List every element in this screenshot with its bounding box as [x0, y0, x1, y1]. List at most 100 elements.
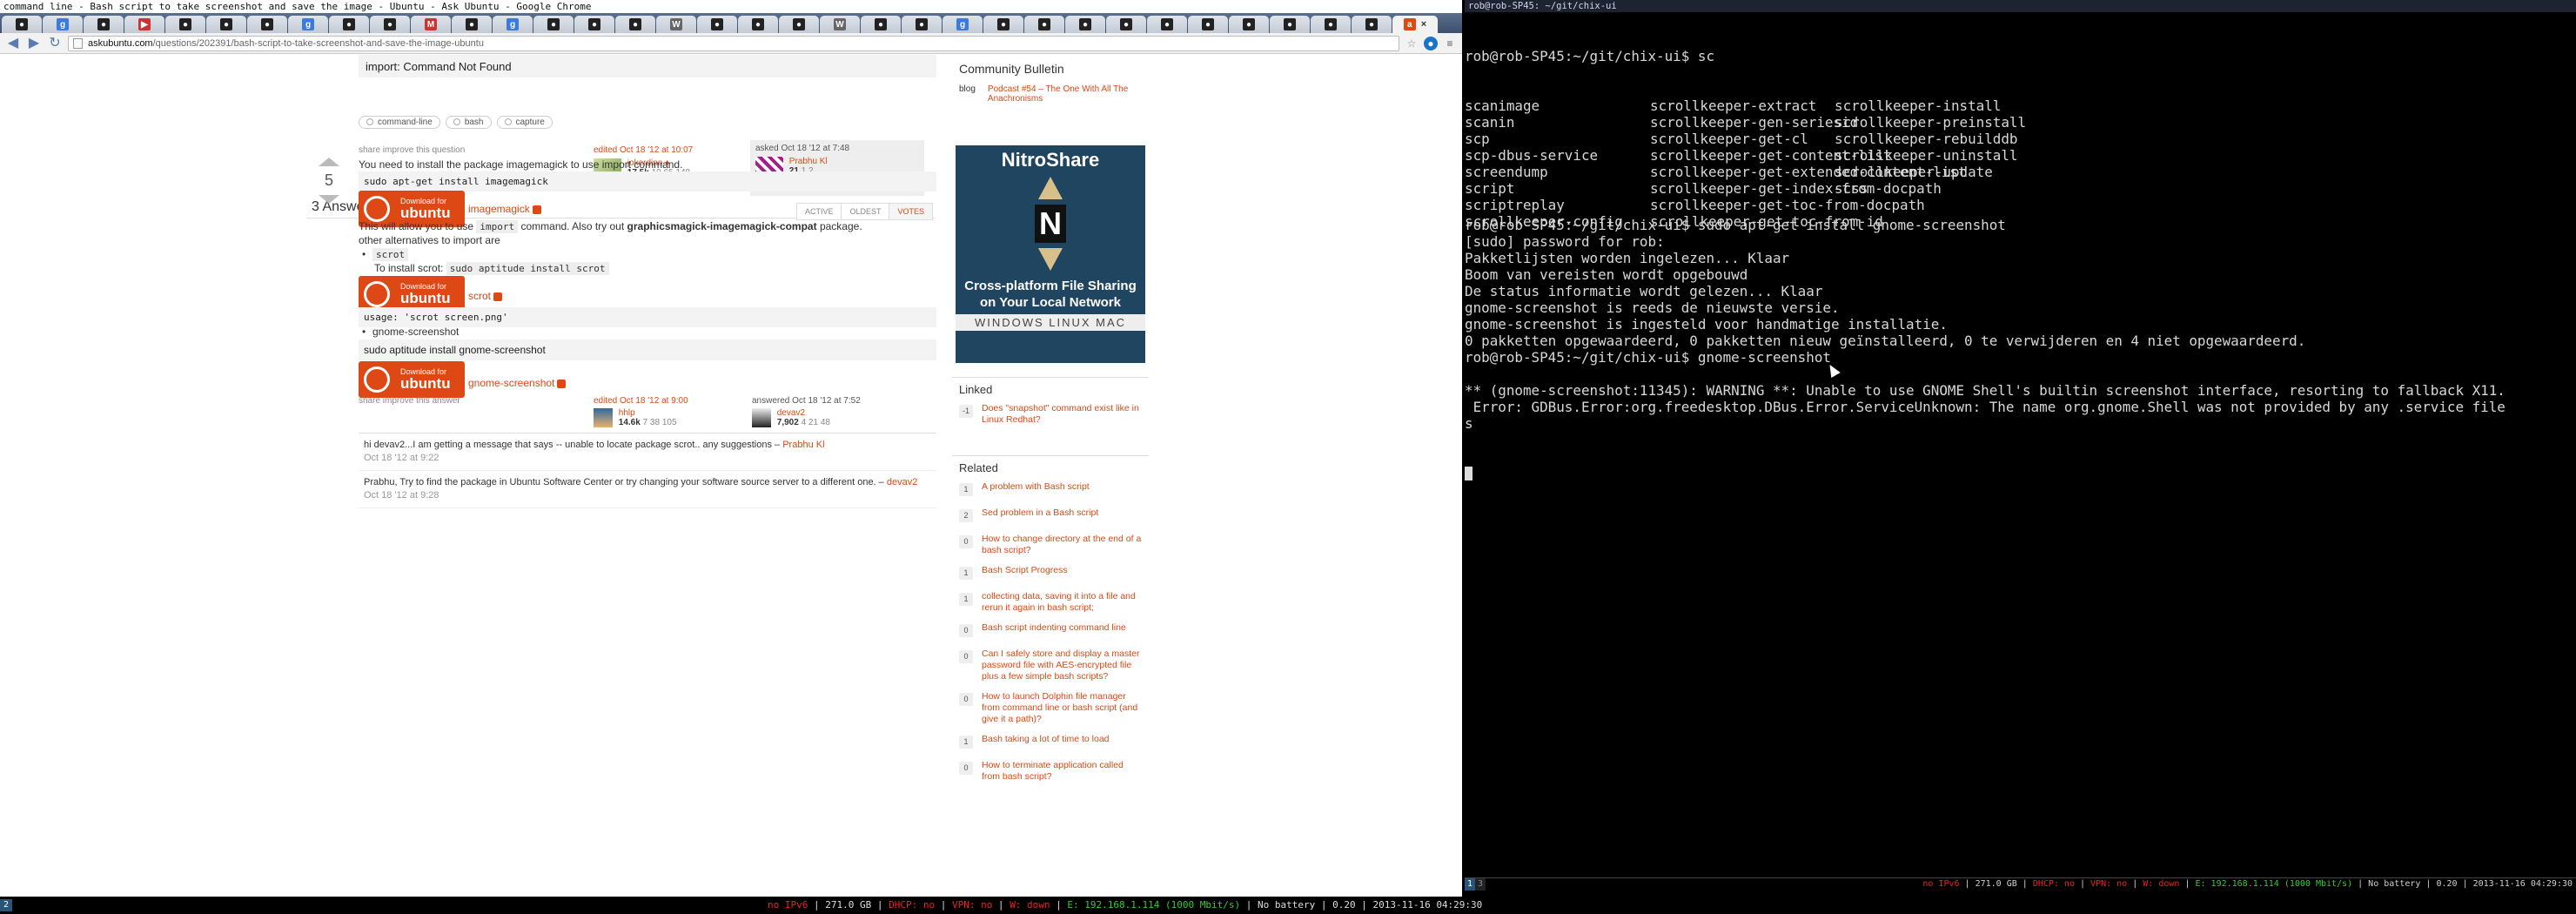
- user-link[interactable]: devav2: [777, 408, 830, 418]
- badges: 7 38 105: [642, 418, 677, 427]
- workspace-button[interactable]: 1: [1465, 878, 1476, 890]
- workspace-button[interactable]: 3: [1475, 878, 1486, 890]
- related-link[interactable]: collecting data, saving it into a file a…: [982, 591, 1136, 613]
- related-link[interactable]: How to terminate application called from…: [982, 760, 1124, 782]
- browser-tab[interactable]: ●: [247, 16, 287, 33]
- browser-tab[interactable]: ▶: [124, 16, 164, 33]
- tag[interactable]: command-line: [359, 116, 440, 129]
- browser-tab[interactable]: ●: [902, 16, 942, 33]
- browser-tab[interactable]: ●: [1106, 16, 1146, 33]
- browser-tab[interactable]: ●: [1352, 16, 1392, 33]
- comment-user[interactable]: Prabhu Kl: [782, 440, 824, 450]
- question-menu[interactable]: share improve this question: [359, 145, 465, 155]
- browser-tab[interactable]: ●: [1024, 16, 1064, 33]
- workspace-button[interactable]: 2: [0, 899, 13, 911]
- comment-date[interactable]: Oct 18 '12 at 9:22: [364, 452, 931, 465]
- answer-menu[interactable]: share improve this answer: [359, 396, 460, 406]
- browser-tab[interactable]: ●: [738, 16, 778, 33]
- related-link[interactable]: Bash taking a lot of time to load: [982, 734, 1110, 744]
- browser-tab[interactable]: ●: [370, 16, 410, 33]
- comment-date[interactable]: Oct 18 '12 at 9:28: [364, 490, 439, 501]
- completion-list: scanimage scanin scp scp-dbus-service screen…: [1465, 97, 2576, 230]
- list-item[interactable]: 1 collecting data, saving it into a file …: [959, 591, 1142, 614]
- browser-tab[interactable]: ●: [533, 16, 574, 33]
- list-item[interactable]: 0 How to change directory at the end of a…: [959, 534, 1142, 556]
- list-item[interactable]: 0 How to launch Dolphin file manager from…: [959, 691, 1142, 725]
- close-tab-icon[interactable]: ×: [1421, 19, 1426, 30]
- browser-tab[interactable]: W: [656, 16, 696, 33]
- terminal-cursor: [1465, 467, 1472, 481]
- url-domain: askubuntu.com: [88, 37, 153, 49]
- bulletin-link[interactable]: Podcast #54 – The One With All The Anach…: [988, 84, 1142, 104]
- comment-user[interactable]: devav2: [887, 477, 917, 487]
- user-link[interactable]: Prabhu Kl: [789, 157, 828, 166]
- related-link[interactable]: Sed problem in a Bash script: [982, 507, 1098, 518]
- avatar[interactable]: [594, 408, 613, 427]
- related-link[interactable]: Bash Script Progress: [982, 565, 1068, 575]
- browser-tab[interactable]: ●: [615, 16, 655, 33]
- browser-tab[interactable]: g: [288, 16, 328, 33]
- package-link[interactable]: scrot: [468, 290, 502, 302]
- list-item[interactable]: 0 Bash script indenting command line: [959, 622, 1142, 640]
- related-link[interactable]: How to change directory at the end of a …: [982, 534, 1141, 555]
- forward-icon[interactable]: ▶: [26, 35, 42, 52]
- browser-tab[interactable]: ●: [452, 16, 492, 33]
- back-icon[interactable]: ◀: [5, 35, 21, 52]
- nitroshare-ad[interactable]: NitroShare N Cross-platform File Sharing…: [956, 145, 1145, 363]
- browser-tab[interactable]: g: [943, 16, 983, 33]
- browser-tab[interactable]: ●: [983, 16, 1023, 33]
- browser-tab[interactable]: ●: [779, 16, 819, 33]
- tab-active[interactable]: ACTIVE: [796, 204, 842, 219]
- list-item[interactable]: 1 A problem with Bash script: [959, 481, 1142, 499]
- user-link[interactable]: hhlp: [619, 408, 677, 418]
- star-icon[interactable]: ☆: [1405, 37, 1419, 50]
- package-link[interactable]: gnome-screenshot: [468, 377, 566, 389]
- vote-down-icon[interactable]: [319, 195, 339, 204]
- list-item[interactable]: 0 How to terminate application called fro…: [959, 760, 1142, 783]
- menu-icon[interactable]: ≡: [1443, 37, 1457, 50]
- browser-tab[interactable]: W: [820, 16, 860, 33]
- browser-tab[interactable]: ●: [1188, 16, 1228, 33]
- browser-tab[interactable]: ●: [1229, 16, 1269, 33]
- tab-oldest[interactable]: OLDEST: [841, 204, 889, 219]
- score: 1: [959, 567, 973, 580]
- browser-tab[interactable]: ●: [206, 16, 246, 33]
- browser-tab[interactable]: ●: [329, 16, 369, 33]
- list-item[interactable]: 1 Bash Script Progress: [959, 565, 1142, 582]
- browser-tab[interactable]: ●: [2, 16, 42, 33]
- browser-tab[interactable]: ●: [1147, 16, 1187, 33]
- browser-tab[interactable]: ●: [1270, 16, 1310, 33]
- tag[interactable]: bash: [445, 116, 492, 129]
- browser-tab[interactable]: ●: [84, 16, 124, 33]
- browser-tab[interactable]: ●: [697, 16, 737, 33]
- list-item[interactable]: -1 Does "snapshot" command exist like in …: [959, 403, 1142, 426]
- download-ubuntu-button[interactable]: Download for ubuntu: [359, 361, 465, 398]
- browser-tab[interactable]: ●: [1065, 16, 1105, 33]
- browser-tab[interactable]: g: [43, 16, 83, 33]
- terminal-output[interactable]: rob@rob-SP45:~/git/chix-ui$ sc scanimage…: [1465, 15, 2576, 877]
- related-link[interactable]: How to launch Dolphin file manager from …: [982, 691, 1137, 724]
- list-item[interactable]: 0 Can I safely store and display a master…: [959, 649, 1142, 682]
- related-link[interactable]: A problem with Bash script: [982, 481, 1090, 492]
- browser-tab[interactable]: g: [493, 16, 533, 33]
- list-item[interactable]: 1 Bash taking a lot of time to load: [959, 734, 1142, 751]
- tab-votes[interactable]: VOTES: [889, 204, 932, 219]
- browser-tab[interactable]: a ×: [1392, 16, 1438, 33]
- reload-icon[interactable]: ↻: [47, 35, 63, 52]
- browser-tab[interactable]: ●: [1311, 16, 1351, 33]
- tag[interactable]: capture: [496, 116, 553, 129]
- completion-item: scrollkeeper-uninstall: [1835, 147, 2018, 164]
- browser-tab[interactable]: ●: [165, 16, 205, 33]
- browser-tab[interactable]: ●: [861, 16, 901, 33]
- related-link[interactable]: Can I safely store and display a master …: [982, 649, 1140, 682]
- related-link[interactable]: Bash script indenting command line: [982, 622, 1126, 633]
- address-bar[interactable]: askubuntu.com/questions/202391/bash-scri…: [68, 35, 1399, 51]
- browser-tab[interactable]: M: [411, 16, 451, 33]
- list-item[interactable]: 2 Sed problem in a Bash script: [959, 507, 1142, 525]
- avatar[interactable]: [752, 408, 771, 427]
- vote-up-icon[interactable]: [319, 158, 339, 166]
- related-link[interactable]: Does "snapshot" command exist like in Li…: [982, 403, 1139, 425]
- browser-tab[interactable]: ●: [574, 16, 614, 33]
- package-link[interactable]: imagemagick: [468, 203, 541, 215]
- extension-icon[interactable]: ●: [1424, 36, 1438, 50]
